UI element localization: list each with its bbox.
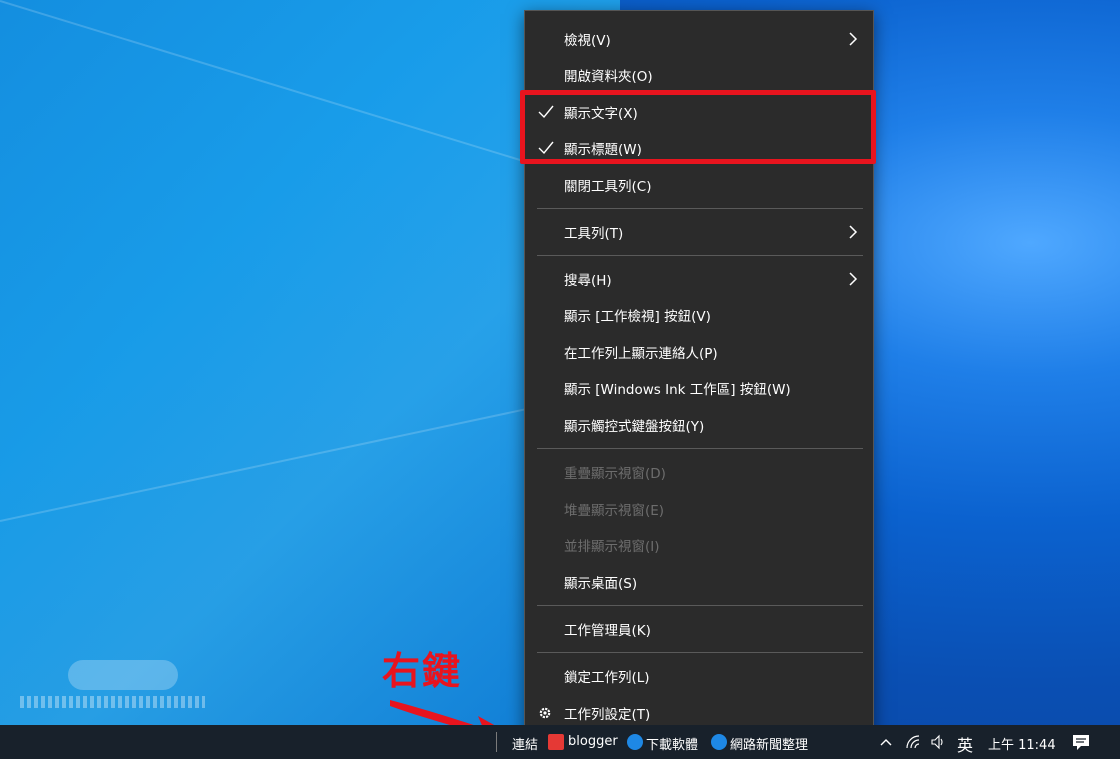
speaker-icon[interactable] [930,734,946,750]
action-center-icon[interactable] [1072,733,1090,751]
ime-indicator[interactable]: 英 [957,732,973,756]
menu-item-show-people[interactable]: 在工作列上顯示連絡人(P) [525,334,873,370]
menu-item-label: 開啟資料夾(O) [564,69,653,85]
menu-item-close-toolbar[interactable]: 關閉工具列(C) [525,167,873,203]
menu-item-search[interactable]: 搜尋(H) [525,261,873,297]
menu-item-label: 堆疊顯示視窗(E) [564,503,665,519]
wifi-icon[interactable] [905,734,921,750]
taskbar: 連結 blogger 下載軟體 網路新聞整理 英 上午 11:44 [0,725,1120,759]
menu-item-label: 顯示觸控式鍵盤按鈕(Y) [564,419,705,435]
menu-separator [537,652,863,653]
menu-item-label: 並排顯示視窗(I) [564,539,660,555]
menu-item-label: 顯示 [Windows Ink 工作區] 按鈕(W) [564,382,791,398]
chevron-right-icon [849,32,858,46]
menu-item-open-folder[interactable]: 開啟資料夾(O) [525,57,873,93]
menu-separator [537,605,863,606]
menu-item-label: 工具列(T) [564,226,624,242]
menu-separator [537,255,863,256]
taskbar-link-blogger[interactable]: blogger [568,734,618,749]
chevron-right-icon [849,272,858,286]
clock[interactable]: 上午 11:44 [988,734,1056,753]
menu-item-label: 關閉工具列(C) [564,179,652,195]
edge-icon[interactable] [711,734,727,750]
menu-item-windows-ink-button[interactable]: 顯示 [Windows Ink 工作區] 按鈕(W) [525,370,873,406]
menu-item-label: 在工作列上顯示連絡人(P) [564,346,718,362]
menu-item-show-desktop[interactable]: 顯示桌面(S) [525,564,873,600]
menu-item-label: 鎖定工作列(L) [564,670,650,686]
edge-icon[interactable] [627,734,643,750]
menu-item-task-view-button[interactable]: 顯示 [工作檢視] 按鈕(V) [525,297,873,333]
chevron-right-icon [849,225,858,239]
menu-item-label: 搜尋(H) [564,273,612,289]
menu-item-label: 重疊顯示視窗(D) [564,466,666,482]
menu-item-touch-keyboard-button[interactable]: 顯示觸控式鍵盤按鈕(Y) [525,407,873,443]
gear-icon [539,707,551,719]
taskbar-link-news[interactable]: 網路新聞整理 [730,734,808,753]
menu-item-view[interactable]: 檢視(V) [525,21,873,57]
toolbar-separator[interactable] [496,732,497,752]
menu-item-stack-windows: 堆疊顯示視窗(E) [525,491,873,527]
highlight-box [520,90,876,164]
menu-item-label: 工作管理員(K) [564,623,651,639]
watermark-logo [20,660,205,712]
taskbar-link-download[interactable]: 下載軟體 [646,734,698,753]
menu-item-label: 工作列設定(T) [564,707,651,723]
menu-item-lock-taskbar[interactable]: 鎖定工作列(L) [525,658,873,694]
menu-item-toolbars[interactable]: 工具列(T) [525,214,873,250]
links-toolbar-label[interactable]: 連結 [512,734,538,753]
menu-item-side-by-side-windows: 並排顯示視窗(I) [525,527,873,563]
menu-item-cascade-windows: 重疊顯示視窗(D) [525,454,873,490]
annotation-label: 右鍵 [382,649,463,693]
menu-item-label: 顯示桌面(S) [564,576,638,592]
blogger-icon[interactable] [548,734,564,750]
menu-separator [537,208,863,209]
menu-item-label: 檢視(V) [564,33,611,49]
menu-item-label: 顯示 [工作檢視] 按鈕(V) [564,309,711,325]
menu-separator [537,448,863,449]
chevron-up-icon[interactable] [878,734,894,750]
menu-item-task-manager[interactable]: 工作管理員(K) [525,611,873,647]
